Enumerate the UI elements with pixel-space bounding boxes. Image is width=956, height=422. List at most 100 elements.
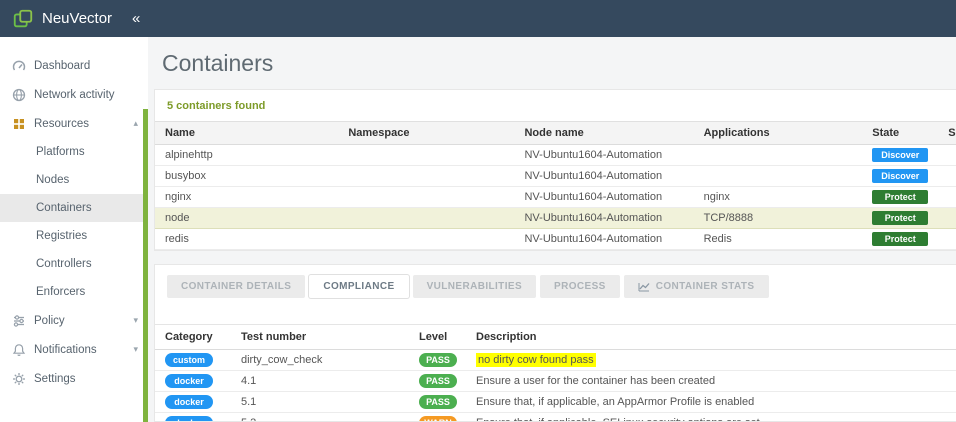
cell-applications: [693, 165, 863, 187]
tab-container-stats[interactable]: CONTAINER STATS: [623, 275, 769, 298]
category-badge: docker: [165, 395, 213, 409]
compliance-row[interactable]: custom dirty_cow_check PASS no dirty cow…: [155, 349, 956, 371]
tab-process[interactable]: PROCESS: [540, 275, 620, 298]
cell-description: Ensure that, if applicable, SELinux secu…: [466, 412, 956, 421]
column-header-category[interactable]: Category: [155, 324, 231, 350]
dashboard-icon: [12, 59, 34, 73]
cell-applications: Redis: [693, 228, 863, 250]
cell-name: redis: [155, 228, 339, 250]
cell-node-name: NV-Ubuntu1604-Automation: [514, 228, 694, 250]
sidebar-item-label: Nodes: [36, 174, 70, 186]
top-header-bar: NeuVector «: [0, 0, 956, 37]
column-header-namespace[interactable]: Namespace: [338, 121, 515, 145]
cell-description: Ensure a user for the container has been…: [466, 370, 956, 392]
column-header-state[interactable]: State: [862, 121, 939, 145]
state-button[interactable]: Discover: [872, 169, 929, 183]
containers-table-header: Name Namespace Node name Applications St…: [155, 121, 956, 145]
cell-name: node: [155, 207, 339, 229]
level-badge: PASS: [419, 374, 457, 388]
sidebar-item-label: Platforms: [36, 146, 85, 158]
cell-node-name: NV-Ubuntu1604-Automation: [514, 207, 694, 229]
sidebar-item-label: Controllers: [36, 258, 92, 270]
globe-icon: [12, 88, 34, 102]
sidebar-item-resources[interactable]: Resources ▴: [0, 109, 148, 138]
sidebar-item-notifications[interactable]: Notifications ▾: [0, 335, 148, 364]
cell-applications: [693, 144, 863, 166]
sidebar-item-label: Registries: [36, 230, 88, 242]
detail-tabs: CONTAINER DETAILS COMPLIANCE VULNERABILI…: [155, 275, 956, 298]
sidebar-item-label: Resources: [34, 117, 89, 130]
state-button[interactable]: Protect: [872, 211, 929, 225]
sidebar-item-nodes[interactable]: Nodes: [0, 166, 148, 194]
page-title: Containers: [162, 50, 274, 76]
column-header-applications[interactable]: Applications: [693, 121, 863, 145]
containers-card: 5 containers found Name Namespace Node n…: [154, 89, 956, 251]
compliance-row[interactable]: docker 5.2 WARN Ensure that, if applicab…: [155, 412, 956, 421]
cell-test-number: 4.1: [231, 370, 409, 392]
cell-node-name: NV-Ubuntu1604-Automation: [514, 144, 694, 166]
cell-name: alpinehttp: [155, 144, 339, 166]
state-button[interactable]: Discover: [872, 148, 929, 162]
category-badge: custom: [165, 353, 213, 367]
cell-name: busybox: [155, 165, 339, 187]
compliance-table-header: Category Test number Level Description: [155, 324, 956, 350]
sidebar-item-label: Enforcers: [36, 286, 86, 298]
state-button[interactable]: Protect: [872, 232, 929, 246]
table-row[interactable]: alpinehttp NV-Ubuntu1604-Automation Disc…: [155, 144, 956, 166]
cell-scan: [938, 228, 956, 250]
tab-compliance[interactable]: COMPLIANCE: [309, 275, 409, 298]
sidebar-item-network-activity[interactable]: Network activity: [0, 80, 148, 109]
column-header-level[interactable]: Level: [409, 324, 466, 350]
sidebar-accent-strip: [143, 109, 148, 422]
state-button[interactable]: Protect: [872, 190, 929, 204]
containers-table: Name Namespace Node name Applications St…: [155, 121, 956, 250]
resources-icon: [12, 117, 34, 131]
sidebar-item-settings[interactable]: Settings: [0, 364, 148, 393]
cell-test-number: 5.1: [231, 391, 409, 413]
table-row[interactable]: busybox NV-Ubuntu1604-Automation Discove…: [155, 165, 956, 187]
sidebar-item-policy[interactable]: Policy ▾: [0, 306, 148, 335]
compliance-table: Category Test number Level Description c…: [155, 324, 956, 421]
sidebar-item-platforms[interactable]: Platforms: [0, 138, 148, 166]
column-header-name[interactable]: Name: [155, 121, 339, 145]
sidebar-item-label: Containers: [36, 202, 92, 214]
sidebar-item-containers[interactable]: Containers: [0, 194, 148, 222]
compliance-row[interactable]: docker 4.1 PASS Ensure a user for the co…: [155, 370, 956, 392]
cell-namespace: [338, 228, 515, 250]
category-badge: docker: [165, 374, 213, 388]
wrench-icon: [12, 372, 34, 386]
column-header-description[interactable]: Description: [466, 324, 956, 350]
sidebar-item-registries[interactable]: Registries: [0, 222, 148, 250]
column-header-scan[interactable]: Scan: [938, 121, 956, 145]
category-badge: docker: [165, 416, 213, 421]
compliance-row[interactable]: docker 5.1 PASS Ensure that, if applicab…: [155, 391, 956, 413]
cell-namespace: [338, 207, 515, 229]
tab-vulnerabilities[interactable]: VULNERABILITIES: [412, 275, 537, 298]
column-header-test-number[interactable]: Test number: [231, 324, 409, 350]
table-row-selected[interactable]: node NV-Ubuntu1604-Automation TCP/8888 P…: [155, 207, 956, 229]
main-content: Containers 5 containers found Name Names…: [148, 37, 956, 422]
cell-description: Ensure that, if applicable, an AppArmor …: [466, 391, 956, 413]
detail-card: CONTAINER DETAILS COMPLIANCE VULNERABILI…: [154, 264, 956, 422]
brand: NeuVector: [12, 8, 112, 30]
brand-name: NeuVector: [42, 10, 113, 27]
tab-container-details[interactable]: CONTAINER DETAILS: [167, 275, 306, 298]
sidebar-item-controllers[interactable]: Controllers: [0, 250, 148, 278]
cell-name: nginx: [155, 186, 339, 208]
cell-namespace: [338, 144, 515, 166]
tab-label: CONTAINER STATS: [655, 281, 755, 292]
level-badge: WARN: [419, 416, 457, 421]
cell-scan: [938, 144, 956, 166]
sidebar-collapse-button[interactable]: «: [132, 11, 140, 26]
cell-applications: TCP/8888: [693, 207, 863, 229]
cell-namespace: [338, 165, 515, 187]
sidebar-item-enforcers[interactable]: Enforcers: [0, 278, 148, 306]
table-row[interactable]: redis NV-Ubuntu1604-Automation Redis Pro…: [155, 228, 956, 250]
column-header-node-name[interactable]: Node name: [514, 121, 694, 145]
chevron-down-icon: ▾: [133, 344, 138, 354]
sidebar-item-dashboard[interactable]: Dashboard: [0, 51, 148, 80]
table-row[interactable]: nginx NV-Ubuntu1604-Automation nginx Pro…: [155, 186, 956, 208]
cell-description-highlighted: no dirty cow found pass: [476, 353, 596, 367]
app-window: NeuVector « Dashboard Network activity R…: [0, 0, 956, 422]
chevron-down-icon: ▾: [133, 315, 138, 325]
